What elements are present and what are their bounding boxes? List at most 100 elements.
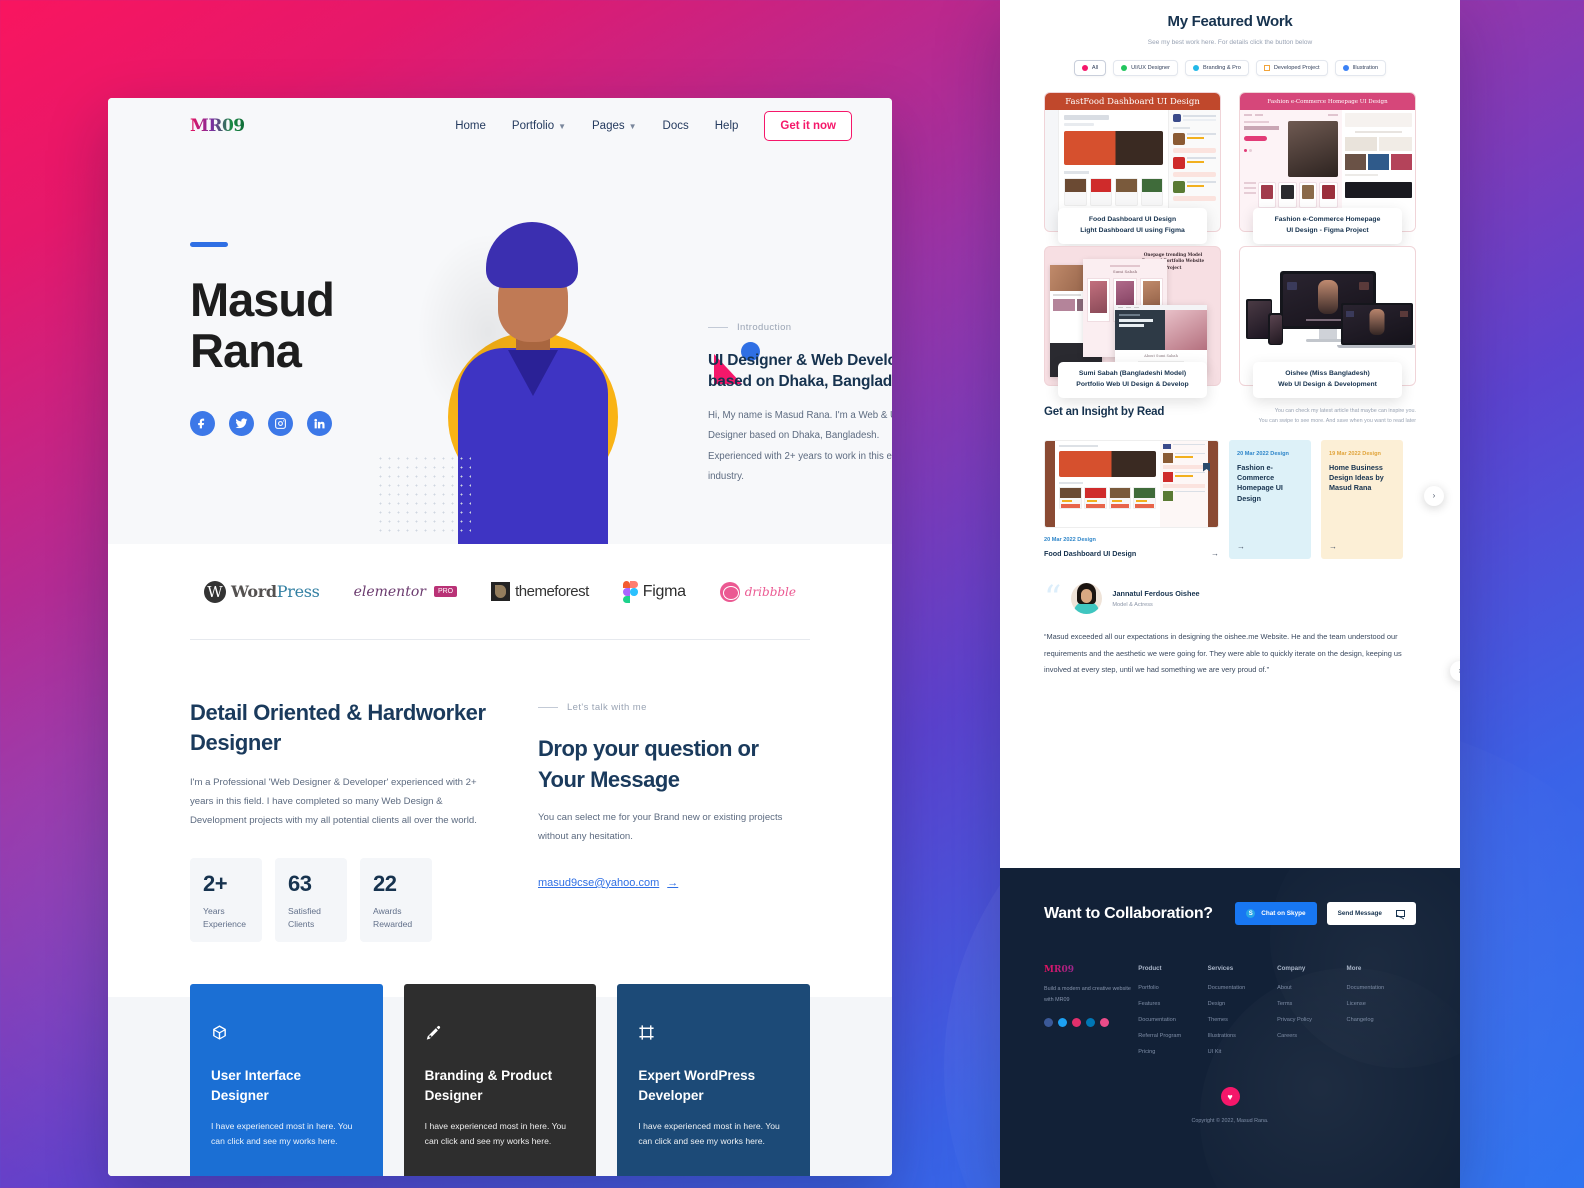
nav-label: Help bbox=[714, 120, 739, 132]
footer-link[interactable]: Documentation bbox=[1347, 985, 1416, 991]
insight-article-title: Home Business Design Ideas by Masud Rana bbox=[1329, 462, 1384, 493]
nav-item-portfolio[interactable]: Portfolio ▼ bbox=[512, 120, 566, 132]
dribbble-icon[interactable] bbox=[1100, 1017, 1109, 1027]
footer-link[interactable]: License bbox=[1347, 1001, 1416, 1007]
brand-label: WordPress bbox=[231, 582, 320, 601]
portfolio-card-fashion-ecommerce[interactable]: Fashion e-Commerce Homepage UI Design Fa… bbox=[1239, 92, 1416, 244]
footer-link[interactable]: UI Kit bbox=[1208, 1049, 1277, 1055]
nav-label: Pages bbox=[592, 120, 625, 132]
footer-link[interactable]: Illustrations bbox=[1208, 1033, 1277, 1039]
filter-label: All bbox=[1091, 65, 1099, 71]
about-section: Detail Oriented & Hardworker Designer I'… bbox=[108, 640, 892, 943]
portfolio-card-sumi-sabah[interactable]: Onepage trending Model Personal Portfoli… bbox=[1044, 246, 1221, 398]
filter-chip-uiux[interactable]: UI/UX Designer bbox=[1113, 60, 1178, 76]
twitter-icon[interactable] bbox=[1058, 1017, 1067, 1027]
email-link[interactable]: masud9cse@yahoo.com → bbox=[538, 877, 678, 889]
frame-icon bbox=[638, 1024, 789, 1046]
navbar-links: Home Portfolio ▼ Pages ▼ Docs Help Get it … bbox=[455, 111, 852, 141]
brand-label: elementor bbox=[353, 583, 426, 600]
kicker-line bbox=[708, 327, 728, 328]
copyright-text: Copyright © 2022, Masud Rana. bbox=[1191, 1118, 1269, 1125]
filter-dot-icon bbox=[1192, 65, 1199, 71]
twitter-icon[interactable] bbox=[229, 410, 254, 436]
button-label: Send Message bbox=[1337, 910, 1382, 918]
nav-item-docs[interactable]: Docs bbox=[663, 120, 689, 132]
insight-next-button[interactable]: › bbox=[1424, 485, 1444, 506]
instagram-icon[interactable] bbox=[1072, 1017, 1081, 1027]
filter-chip-branding[interactable]: Branding & Pro bbox=[1184, 60, 1249, 76]
stat-card: 2+ Years Experience bbox=[190, 858, 262, 943]
arrow-right-icon[interactable]: → bbox=[1211, 549, 1219, 558]
footer-link[interactable]: Portfolio bbox=[1138, 985, 1207, 991]
stat-card: 22 Awards Rewarded bbox=[360, 858, 432, 943]
send-message-button[interactable]: Send Message bbox=[1326, 902, 1416, 926]
get-it-now-button[interactable]: Get it now bbox=[764, 111, 852, 141]
insight-thumbnail bbox=[1044, 439, 1219, 528]
facebook-icon[interactable] bbox=[1044, 1017, 1053, 1027]
linkedin-icon[interactable] bbox=[307, 410, 332, 436]
filter-label: Illustration bbox=[1352, 65, 1379, 71]
portfolio-caption: Food Dashboard UI Design Light Dashboard… bbox=[1058, 208, 1207, 244]
filter-chip-developed[interactable]: Developed Project bbox=[1255, 60, 1328, 76]
footer-link[interactable]: Referral Program bbox=[1138, 1033, 1207, 1039]
collaboration-cta: Want to Collaboration? S Chat on Skype Se… bbox=[1000, 868, 1460, 926]
stat-card: 63 Satisfied Clients bbox=[275, 858, 347, 943]
brand-wordpress: W WordPress bbox=[204, 580, 320, 603]
filter-chip-all[interactable]: All bbox=[1073, 60, 1107, 76]
pen-nib-icon bbox=[425, 1024, 576, 1046]
hero-heading: UI Designer & Web Developer based on Dha… bbox=[708, 352, 892, 390]
service-card-ui-designer[interactable]: User Interface Designer I have experienc… bbox=[190, 984, 383, 1176]
footer-link[interactable]: Careers bbox=[1277, 1033, 1346, 1039]
footer-link[interactable]: Documentation bbox=[1138, 1017, 1207, 1023]
insight-date: 19 Mar 2022 Design bbox=[1329, 450, 1381, 457]
site-footer: Want to Collaboration? S Chat on Skype Se… bbox=[1000, 868, 1460, 1188]
arrow-right-icon[interactable]: → bbox=[1237, 542, 1245, 551]
service-card-branding[interactable]: Branding & Product Designer I have exper… bbox=[403, 984, 597, 1176]
insight-article-fashion[interactable]: 20 Mar 2022 Design Fashion e-Commerce Ho… bbox=[1229, 439, 1311, 559]
site-logo[interactable]: MR09 bbox=[190, 116, 245, 136]
portfolio-caption: Sumi Sabah (Bangladeshi Model) Portfolio… bbox=[1058, 362, 1207, 398]
footer-link[interactable]: About bbox=[1277, 985, 1346, 991]
insight-date: 20 Mar 2022 Design bbox=[1044, 536, 1096, 543]
footer-link[interactable]: Features bbox=[1138, 1001, 1207, 1007]
laptop-mockup bbox=[1337, 303, 1415, 348]
footer-link[interactable]: Themes bbox=[1208, 1017, 1277, 1023]
footer-link[interactable]: Changelog bbox=[1347, 1017, 1416, 1023]
avatar bbox=[1071, 582, 1103, 614]
thumbnail-banner: Fashion e-Commerce Homepage UI Design bbox=[1240, 93, 1415, 110]
chat-on-skype-button[interactable]: S Chat on Skype bbox=[1235, 902, 1317, 926]
facebook-icon[interactable] bbox=[190, 410, 215, 436]
portfolio-card-food-dashboard[interactable]: FastFood Dashboard UI Design Food Dashbo… bbox=[1044, 92, 1221, 244]
portfolio-card-oishee[interactable]: Oishee (Miss Bangladesh) Web UI Design &… bbox=[1239, 246, 1416, 398]
insight-article-home-business[interactable]: 19 Mar 2022 Design Home Business Design … bbox=[1321, 439, 1403, 559]
footer-link[interactable]: Design bbox=[1208, 1001, 1277, 1007]
hero-paragraph: Hi, My name is Masud Rana. I'm a Web & U… bbox=[708, 409, 892, 482]
avatar-face bbox=[1081, 588, 1093, 603]
instagram-icon[interactable] bbox=[268, 410, 293, 436]
footer-link[interactable]: Documentation bbox=[1208, 985, 1277, 991]
portfolio-website-preview: MR09 Home Portfolio ▼ Pages ▼ Docs Help Ge… bbox=[108, 98, 892, 1176]
filter-label: Developed Project bbox=[1273, 65, 1320, 71]
stats-row: 2+ Years Experience 63 Satisfied Clients… bbox=[190, 858, 490, 943]
footer-link[interactable]: Pricing bbox=[1138, 1049, 1207, 1055]
contact-column: Let's talk with me Drop your question or… bbox=[538, 698, 788, 942]
insight-article-featured[interactable]: 20 Mar 2022 Design Food Dashboard UI Des… bbox=[1044, 439, 1219, 559]
nav-item-home[interactable]: Home bbox=[455, 120, 486, 132]
insight-note-line-2: You can swipe to see more. And save when… bbox=[1258, 418, 1416, 425]
hero-social-links bbox=[190, 410, 420, 436]
chevron-down-icon: ▼ bbox=[628, 121, 637, 131]
service-card-wordpress[interactable]: Expert WordPress Developer I have experi… bbox=[617, 984, 811, 1176]
footer-link[interactable]: Privacy Policy bbox=[1277, 1017, 1346, 1023]
footer-link[interactable]: Terms bbox=[1277, 1001, 1346, 1007]
nav-item-pages[interactable]: Pages ▼ bbox=[592, 120, 637, 132]
portfolio-caption: Oishee (Miss Bangladesh) Web UI Design &… bbox=[1253, 362, 1402, 398]
wordpress-icon: W bbox=[204, 580, 226, 603]
footer-logo[interactable]: MR09 bbox=[1044, 965, 1138, 975]
arrow-right-icon[interactable]: → bbox=[1329, 542, 1337, 551]
caption-line-2: UI Design - Figma Project bbox=[1286, 227, 1369, 235]
nav-item-help[interactable]: Help bbox=[715, 120, 739, 132]
linkedin-icon[interactable] bbox=[1086, 1017, 1095, 1027]
cta-buttons: S Chat on Skype Send Message bbox=[1235, 902, 1416, 926]
filter-chip-illustration[interactable]: Illustration bbox=[1334, 60, 1387, 76]
testimonial-next-button[interactable]: › bbox=[1450, 660, 1460, 681]
